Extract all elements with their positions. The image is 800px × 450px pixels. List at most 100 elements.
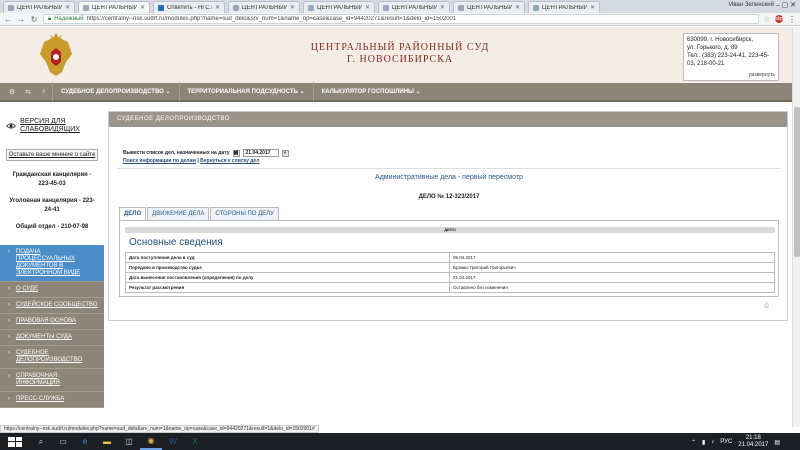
side-item-press[interactable]: ПРЕСС-СЛУЖБА xyxy=(0,392,104,408)
tab-parties[interactable]: СТОРОНЫ ПО ДЕЛУ xyxy=(210,207,279,221)
task-view-icon[interactable]: ▭ xyxy=(52,433,74,450)
divider xyxy=(117,168,781,169)
page-scrollbar[interactable] xyxy=(792,27,800,427)
search-icon[interactable]: ⌕ xyxy=(36,88,52,96)
browser-tab-active[interactable]: ЦЕНТРАЛЬНЫЙ РАЙО✕ xyxy=(78,1,150,13)
security-label: Надежный xyxy=(54,16,84,22)
close-icon[interactable]: ✕ xyxy=(140,4,145,11)
file-explorer-icon[interactable]: ▬ xyxy=(96,433,118,450)
clock[interactable]: 21:18 21.04.2017 xyxy=(738,435,768,449)
address-bar[interactable]: 🔒︎ Надежный https://centralny--nsk.sudrf… xyxy=(43,14,759,24)
table-row: Передано в производство судье Бражко Григ… xyxy=(125,262,775,273)
row-label: Передано в производство судье xyxy=(125,262,450,273)
table-row: Дата вынесения постановления (определени… xyxy=(125,272,775,283)
court-title: ЦЕНТРАЛЬНЫЙ РАЙОННЫЙ СУД Г. НОВОСИБИРСКА xyxy=(260,42,540,66)
excel-icon[interactable]: X xyxy=(184,433,206,450)
back-to-list-link[interactable]: Вернуться к списку дел xyxy=(200,158,259,164)
scroll-thumb[interactable] xyxy=(794,107,800,257)
row-label: Дата поступления дела в суд xyxy=(125,252,450,263)
store-icon[interactable]: ◫ xyxy=(118,433,140,450)
arrows-icon[interactable]: ⇆ xyxy=(20,88,36,96)
sidebar: ВЕРСИЯ ДЛЯ СЛАБОВИДЯЩИХ Оставьте ваше мн… xyxy=(0,103,104,427)
chrome-icon[interactable]: ◉ xyxy=(140,433,162,450)
side-item-about[interactable]: О СУДЕ xyxy=(0,282,104,298)
status-bar-url: https://centralny--nsk.sudrf.ru/modules.… xyxy=(0,425,319,433)
extension-icon[interactable]: abp xyxy=(775,15,783,23)
nav-item-case-management[interactable]: СУДЕБНОЕ ДЕЛОПРОИЗВОДСТВО ⌄ xyxy=(52,82,179,101)
side-item-case-management[interactable]: СУДЕБНОЕ ДЕЛОПРОИЗВОДСТВО xyxy=(0,346,104,369)
nav-item-fee-calculator[interactable]: КАЛЬКУЛЯТОР ГОСПОШЛИНЫ ⌄ xyxy=(312,82,429,101)
volume-icon[interactable]: ♪ xyxy=(711,439,714,445)
date-input[interactable]: 21.04.2017 xyxy=(242,149,279,157)
language-indicator[interactable]: РУС xyxy=(720,439,732,445)
section-header: СУДЕБНОЕ ДЕЛОПРОИЗВОДСТВО xyxy=(109,112,787,127)
tab-case-movement[interactable]: ДВИЖЕНИЕ ДЕЛА xyxy=(147,207,210,221)
network-icon[interactable]: ▮ xyxy=(702,439,705,446)
basic-info-title: Основные сведения xyxy=(129,237,223,248)
browser-tab[interactable]: Ответить - НГС.Недви✕ xyxy=(153,1,225,13)
browser-tab[interactable]: ЦЕНТРАЛЬНЫЙ РАЙО✕ xyxy=(303,1,375,13)
settings-icon[interactable]: ⚙ xyxy=(4,88,20,96)
nav-item-jurisdiction[interactable]: ТЕРРИТОРИАЛЬНАЯ ПОДСУДНОСТЬ ⌄ xyxy=(178,82,313,101)
browser-menu-icon[interactable]: ⋮ xyxy=(788,15,796,24)
url-text[interactable]: https://centralny--nsk.sudrf.ru/modules.… xyxy=(87,16,457,22)
clock-date: 21.04.2017 xyxy=(738,442,769,448)
browser-tab[interactable]: ЦЕНТРАЛЬНЫЙ РАЙО✕ xyxy=(528,1,600,13)
browser-tab[interactable]: ЦЕНТРАЛЬНЫЙ РАЙО✕ xyxy=(378,1,450,13)
feedback-button[interactable]: Оставьте ваше мнение о сайте xyxy=(6,149,98,161)
side-item-reference[interactable]: СПРАВОЧНАЯ ИНФОРМАЦИЯ xyxy=(0,369,104,392)
court-title-line2: Г. НОВОСИБИРСКА xyxy=(346,54,454,65)
notifications-icon[interactable]: ▤ xyxy=(774,439,780,446)
browser-tab[interactable]: ЦЕНТРАЛЬНЫЙ РАЙО✕ xyxy=(3,1,75,13)
tray-up-icon[interactable]: ⌃ xyxy=(691,439,696,446)
close-icon[interactable]: ✕ xyxy=(215,4,220,11)
browser-profile-name[interactable]: Иван Зеленский xyxy=(729,2,774,8)
table-row: Дата поступления дела в суд 06.04.2017 xyxy=(125,252,775,263)
close-icon[interactable]: ✕ xyxy=(365,4,370,11)
clock-time: 21:18 xyxy=(745,435,761,441)
phone-general: Общий отдел - 210-07-98 xyxy=(15,224,89,230)
main-content: СУДЕБНОЕ ДЕЛОПРОИЗВОДСТВО Вывести список… xyxy=(108,111,788,321)
windows-start-icon[interactable] xyxy=(8,436,22,447)
edge-icon[interactable]: e xyxy=(74,433,96,450)
calendar-icon[interactable]: ▦ xyxy=(232,149,240,157)
back-icon[interactable]: ← xyxy=(4,15,12,24)
phone-civil: Гражданская канцелярия - 223-45-03 xyxy=(12,172,92,187)
row-value: Оставлено без изменения xyxy=(449,282,775,293)
case-info-table: Дата поступления дела в суд 06.04.2017 Пе… xyxy=(125,252,775,293)
case-number: ДЕЛО № 12-323/2017 xyxy=(418,194,480,200)
contact-box: 630099, г. Новосибирск, ул. Горького, д.… xyxy=(683,33,779,81)
side-item-legal-basis[interactable]: ПРАВОВАЯ ОСНОВА xyxy=(0,314,104,330)
print-icon[interactable]: ⎙ xyxy=(764,303,769,310)
eye-icon xyxy=(6,123,17,129)
accessibility-link[interactable]: ВЕРСИЯ ДЛЯ СЛАБОВИДЯЩИХ xyxy=(20,118,98,134)
expand-link[interactable]: развернуть xyxy=(749,71,775,79)
site-favicon-icon xyxy=(158,4,164,11)
forward-icon[interactable]: → xyxy=(17,15,25,24)
browser-tab[interactable]: ЦЕНТРАЛЬНЫЙ РАЙО✕ xyxy=(228,1,300,13)
close-icon[interactable]: ✕ xyxy=(590,4,595,11)
site-header: ЦЕНТРАЛЬНЫЙ РАЙОННЫЙ СУД Г. НОВОСИБИРСКА… xyxy=(0,27,800,83)
tab-case[interactable]: ДЕЛО xyxy=(119,207,147,221)
row-value: Бражко Григорий Григорьевич xyxy=(449,262,775,273)
close-icon[interactable]: ✕ xyxy=(65,4,70,11)
side-item-judges[interactable]: СУДЕЙСКОЕ СООБЩЕСТВО xyxy=(0,298,104,314)
close-icon[interactable]: ✕ xyxy=(515,4,520,11)
contact-street: ул. Горького, д. 89 xyxy=(687,45,738,51)
search-icon[interactable]: ⌕ xyxy=(30,433,52,450)
reload-icon[interactable]: ↻ xyxy=(30,15,38,24)
row-label: Результат рассмотрения xyxy=(125,282,450,293)
row-label: Дата вынесения постановления (определени… xyxy=(125,272,450,283)
system-tray: ⌃ ▮ ♪ РУС 21:18 21.04.2017 ▤ xyxy=(691,435,780,449)
go-arrow-icon[interactable]: » xyxy=(281,149,289,157)
window-controls-icon[interactable]: – ▢ ✕ xyxy=(776,1,796,9)
side-item-e-filing[interactable]: ПОДАЧА ПРОЦЕССУАЛЬНЫХ ДОКУМЕНТОВ В ЭЛЕКТ… xyxy=(0,245,104,282)
close-icon[interactable]: ✕ xyxy=(290,4,295,11)
word-icon[interactable]: W xyxy=(162,433,184,450)
search-cases-link[interactable]: Поиск информации по делам xyxy=(123,158,196,164)
close-icon[interactable]: ✕ xyxy=(440,4,445,11)
side-item-documents[interactable]: ДОКУМЕНТЫ СУДА xyxy=(0,330,104,346)
contact-phone: Тел.: (383) 223-24-41, 223-45- xyxy=(687,53,770,59)
bookmark-star-icon[interactable]: ☆ xyxy=(764,15,770,23)
browser-tab[interactable]: ЦЕНТРАЛЬНЫЙ РАЙО✕ xyxy=(453,1,525,13)
